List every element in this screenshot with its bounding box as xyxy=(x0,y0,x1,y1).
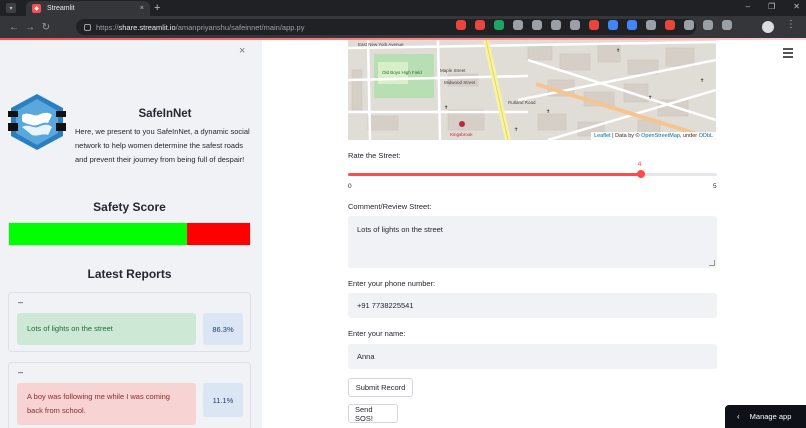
odbl-link[interactable]: ODbL xyxy=(699,133,713,139)
map-label-park: Old Boys High Field xyxy=(382,70,422,75)
new-tab-button[interactable]: + xyxy=(154,2,160,14)
rate-slider-value: 4 xyxy=(637,161,642,168)
browser-toolbar: ← → ↻ https:// share.streamlit.io /amanp… xyxy=(0,16,806,38)
maximize-button[interactable]: ❐ xyxy=(768,2,775,11)
rate-slider-max: 5 xyxy=(713,183,717,190)
extension-icon[interactable] xyxy=(703,20,713,30)
name-input[interactable]: Anna xyxy=(348,344,717,369)
svg-text:✝: ✝ xyxy=(648,95,652,101)
chevron-left-icon: ‹ xyxy=(737,412,740,421)
send-sos-button[interactable]: Send SOS! xyxy=(348,404,398,423)
comment-value: Lots of lights on the street xyxy=(357,225,443,234)
map-label-street: Midwood Street xyxy=(444,80,476,85)
map-label-street: Maple Street xyxy=(440,68,466,73)
comment-textarea[interactable]: Lots of lights on the street xyxy=(348,216,717,268)
url-scheme: https:// xyxy=(96,22,119,32)
app-title: SafeInNet xyxy=(138,108,192,120)
rate-slider-min: 0 xyxy=(348,183,352,190)
extension-icon[interactable] xyxy=(532,20,542,30)
lock-icon xyxy=(84,23,91,31)
extension-icon[interactable] xyxy=(475,20,485,30)
manage-app-button[interactable]: ‹ Manage app xyxy=(725,405,806,428)
url-path: /amanpriyanshu/safeinnet/main/app.py xyxy=(175,22,305,32)
leaflet-link[interactable]: Leaflet xyxy=(594,133,611,139)
main-content: ✝ ✝ ✝ ✝ ✝ ✝ East New York Avenue Maple Stree… xyxy=(262,40,806,428)
back-button[interactable]: ← xyxy=(6,22,22,33)
sidebar-close-icon[interactable]: × xyxy=(239,45,245,57)
safety-score-bad-segment xyxy=(187,223,250,245)
phone-label: Enter your phone number: xyxy=(348,279,436,288)
extension-icon[interactable] xyxy=(494,20,504,30)
map-attribution: Leaflet | Data by © OpenStreetMap, under… xyxy=(591,132,716,140)
browser-menu-icon[interactable]: ⋮ xyxy=(786,19,796,30)
map-label-street: East New York Avenue xyxy=(358,42,404,47)
tab-search-icon[interactable]: ▾ xyxy=(6,3,16,13)
svg-text:✝: ✝ xyxy=(546,109,550,115)
name-value: Anna xyxy=(357,352,375,361)
map-label-street: Rutland Road xyxy=(508,100,536,105)
svg-text:✝: ✝ xyxy=(700,78,704,84)
street-map[interactable]: ✝ ✝ ✝ ✝ ✝ ✝ East New York Avenue Maple Stree… xyxy=(348,40,716,140)
hamburger-menu-icon[interactable] xyxy=(783,48,793,60)
extension-icon[interactable] xyxy=(513,20,523,30)
safety-score-bar xyxy=(8,222,251,246)
minimize-button[interactable]: – xyxy=(746,2,750,11)
report-percent: 86.3% xyxy=(203,313,243,345)
rate-slider-thumb[interactable] xyxy=(636,170,645,178)
phone-input[interactable]: +91 7738225541 xyxy=(348,293,717,318)
report-card: – A boy was following me while I was com… xyxy=(8,362,251,428)
extension-icons xyxy=(456,20,732,30)
report-text: Lots of lights on the street xyxy=(17,313,196,345)
resize-handle-icon[interactable] xyxy=(709,260,715,266)
svg-text:✝: ✝ xyxy=(444,105,448,111)
tab-close-icon[interactable]: × xyxy=(140,5,144,12)
window-controls: – ❐ ✕ xyxy=(746,2,800,11)
close-window-button[interactable]: ✕ xyxy=(793,2,800,11)
manage-app-label: Manage app xyxy=(749,412,792,421)
rate-slider-fill xyxy=(348,173,641,176)
sidebar: × SafeInNet Here, we present to you Safe… xyxy=(0,40,262,428)
streamlit-favicon-icon: ◆ xyxy=(32,4,41,13)
latest-reports-heading: Latest Reports xyxy=(87,267,172,281)
report-percent: 11.1% xyxy=(203,383,243,417)
extension-icon[interactable] xyxy=(456,20,466,30)
extension-icon[interactable] xyxy=(570,20,580,30)
safety-score-good-segment xyxy=(9,223,188,245)
submit-record-button[interactable]: Submit Record xyxy=(348,378,413,397)
osm-link[interactable]: OpenStreetMap xyxy=(641,133,680,139)
map-label-poi: Kingsbrook xyxy=(450,132,473,137)
extension-icon[interactable] xyxy=(627,20,637,30)
report-card: – Lots of lights on the street 86.3% xyxy=(8,292,251,352)
profile-avatar-icon[interactable] xyxy=(762,21,774,33)
report-text: A boy was following me while I was comin… xyxy=(17,383,196,425)
extension-icon[interactable] xyxy=(722,20,732,30)
svg-text:✝: ✝ xyxy=(514,127,518,133)
phone-value: +91 7738225541 xyxy=(357,301,414,310)
extension-icon[interactable] xyxy=(665,20,675,30)
safety-score-heading: Safety Score xyxy=(93,200,166,214)
reload-button[interactable]: ↻ xyxy=(38,22,54,33)
app-description: Here, we present to you SafeInNet, a dyn… xyxy=(75,127,250,164)
forward-button[interactable]: → xyxy=(22,22,38,33)
extension-icon[interactable] xyxy=(608,20,618,30)
svg-text:✝: ✝ xyxy=(616,48,620,54)
report-marker: – xyxy=(18,367,24,377)
extension-icon[interactable] xyxy=(646,20,656,30)
map-tiles: ✝ ✝ ✝ ✝ ✝ ✝ East New York Avenue Maple Stree… xyxy=(348,40,716,140)
extension-icon[interactable] xyxy=(551,20,561,30)
url-host: share.streamlit.io xyxy=(118,22,176,32)
browser-tab[interactable]: ◆ Streamlit × xyxy=(26,1,150,16)
rate-street-label: Rate the Street: xyxy=(348,151,401,160)
browser-tab-bar: ▾ ◆ Streamlit × + – ❐ ✕ xyxy=(0,0,806,16)
name-label: Enter your name: xyxy=(348,329,406,338)
extension-icon[interactable] xyxy=(589,20,599,30)
extension-icon[interactable] xyxy=(684,20,694,30)
report-marker: – xyxy=(18,297,24,307)
safeinnet-logo-icon xyxy=(8,94,66,150)
tab-title: Streamlit xyxy=(47,5,75,12)
comment-label: Comment/Review Street: xyxy=(348,202,432,211)
